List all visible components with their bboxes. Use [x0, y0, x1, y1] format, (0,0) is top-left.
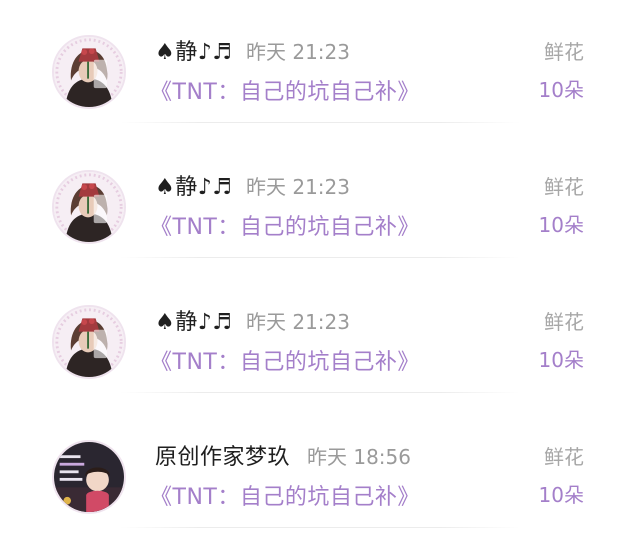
list-item[interactable]: ♠静♪♬ 昨天 21:23 《TNT：自己的坑自己补》 鲜花 10朵 — [0, 0, 640, 135]
gift-count: 10朵 — [538, 348, 584, 372]
girl-with-flower-icon — [54, 172, 124, 242]
timestamp: 昨天 21:23 — [246, 310, 350, 334]
username[interactable]: 原创作家梦玖 — [155, 439, 290, 471]
divider — [120, 392, 520, 393]
timestamp: 昨天 18:56 — [307, 445, 411, 469]
girl-with-flower-icon — [54, 307, 124, 377]
gift-count: 10朵 — [538, 78, 584, 102]
username[interactable]: ♠静♪♬ — [155, 304, 233, 336]
gift-count: 10朵 — [538, 213, 584, 237]
avatar[interactable] — [52, 35, 126, 109]
avatar[interactable] — [52, 170, 126, 244]
child-photo-icon — [54, 442, 124, 512]
gift-type: 鲜花 — [544, 40, 584, 64]
divider — [120, 527, 520, 528]
girl-with-flower-icon — [54, 37, 124, 107]
book-title-link[interactable]: 《TNT：自己的坑自己补》 — [150, 479, 420, 511]
list-item[interactable]: 原创作家梦玖 昨天 18:56 《TNT：自己的坑自己补》 鲜花 10朵 — [0, 405, 640, 540]
avatar[interactable] — [52, 440, 126, 514]
username[interactable]: ♠静♪♬ — [155, 169, 233, 201]
divider — [120, 122, 520, 123]
gift-record-list: ♠静♪♬ 昨天 21:23 《TNT：自己的坑自己补》 鲜花 10朵 ♠静♪♬ … — [0, 0, 640, 535]
avatar[interactable] — [52, 305, 126, 379]
username[interactable]: ♠静♪♬ — [155, 34, 233, 66]
book-title-link[interactable]: 《TNT：自己的坑自己补》 — [150, 209, 420, 241]
timestamp: 昨天 21:23 — [246, 175, 350, 199]
gift-type: 鲜花 — [544, 175, 584, 199]
list-item[interactable]: ♠静♪♬ 昨天 21:23 《TNT：自己的坑自己补》 鲜花 10朵 — [0, 135, 640, 270]
list-item[interactable]: ♠静♪♬ 昨天 21:23 《TNT：自己的坑自己补》 鲜花 10朵 — [0, 270, 640, 405]
gift-type: 鲜花 — [544, 310, 584, 334]
gift-count: 10朵 — [538, 483, 584, 507]
gift-type: 鲜花 — [544, 445, 584, 469]
book-title-link[interactable]: 《TNT：自己的坑自己补》 — [150, 74, 420, 106]
divider — [120, 257, 520, 258]
book-title-link[interactable]: 《TNT：自己的坑自己补》 — [150, 344, 420, 376]
timestamp: 昨天 21:23 — [246, 40, 350, 64]
